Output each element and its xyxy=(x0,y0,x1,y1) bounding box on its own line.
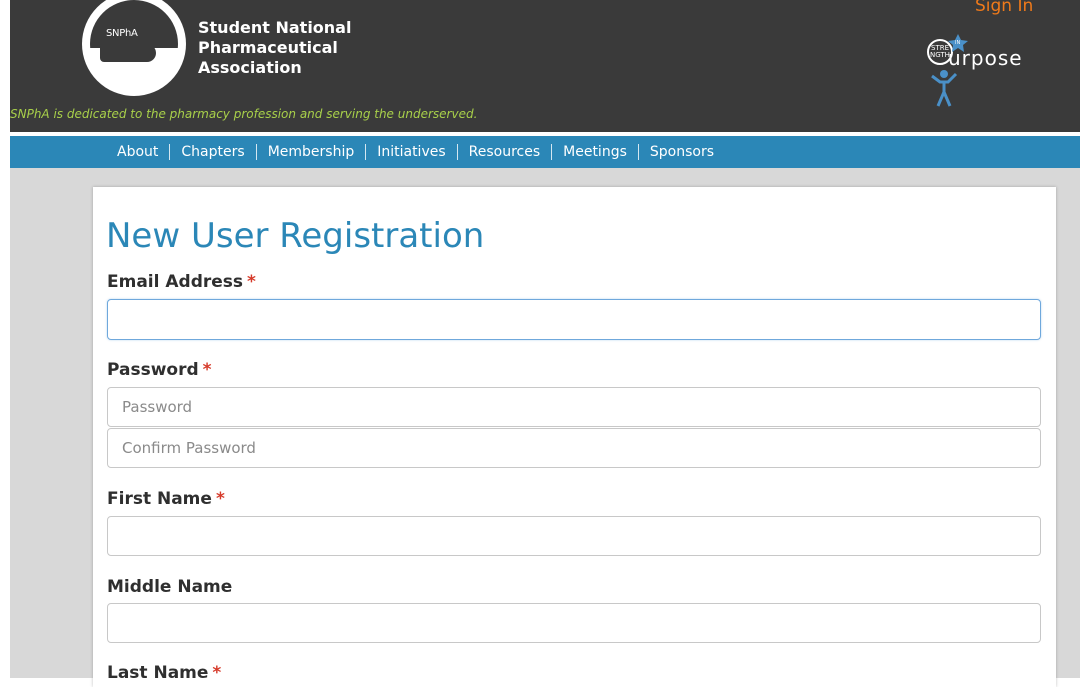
email-label: Email Address * xyxy=(107,272,256,292)
email-label-text: Email Address xyxy=(107,272,244,292)
nav-meetings[interactable]: Meetings xyxy=(552,144,638,160)
left-margin xyxy=(0,0,10,678)
nav-separator xyxy=(637,144,639,160)
purpose-logo-text: urpose xyxy=(948,46,1023,70)
org-name[interactable]: Student National Pharmaceutical Associat… xyxy=(198,18,368,78)
main-nav: About Chapters Membership Initiatives Re… xyxy=(10,136,1080,168)
logo-inner: SNPhA xyxy=(90,0,178,88)
middle-name-label: Middle Name xyxy=(107,577,232,597)
nav-initiatives[interactable]: Initiatives xyxy=(366,144,456,160)
org-name-line-3: Association xyxy=(198,58,302,77)
org-name-line-2: Pharmaceutical xyxy=(198,38,338,57)
nav-about[interactable]: About xyxy=(106,144,169,160)
org-name-line-1: Student National xyxy=(198,18,352,37)
nav-resources[interactable]: Resources xyxy=(458,144,552,160)
last-name-label-text: Last Name xyxy=(107,663,209,683)
first-name-label: First Name * xyxy=(107,489,225,509)
required-marker: * xyxy=(202,360,212,380)
confirm-password-field[interactable] xyxy=(107,428,1041,468)
first-name-label-text: First Name xyxy=(107,489,212,509)
first-name-field[interactable] xyxy=(107,516,1041,556)
nav-separator xyxy=(551,144,553,160)
nav-sponsors[interactable]: Sponsors xyxy=(639,144,725,160)
nav-separator xyxy=(255,144,257,160)
middle-name-field[interactable] xyxy=(107,603,1041,643)
middle-name-label-text: Middle Name xyxy=(107,577,233,597)
sign-in-link[interactable]: Sign In xyxy=(975,0,1033,16)
password-field[interactable] xyxy=(107,387,1041,427)
logo-text: SNPhA xyxy=(106,28,138,39)
required-marker: * xyxy=(215,489,225,509)
password-label: Password * xyxy=(107,360,212,380)
strength-in-purpose-logo: STRE NGTH IN xyxy=(927,34,968,107)
nav-chapters[interactable]: Chapters xyxy=(170,144,255,160)
email-field[interactable] xyxy=(107,299,1041,340)
nav-separator xyxy=(456,144,458,160)
logo-figure-icon xyxy=(100,44,156,62)
nav-separator xyxy=(365,144,367,160)
tagline: SNPhA is dedicated to the pharmacy profe… xyxy=(10,107,478,121)
required-marker: * xyxy=(212,663,222,683)
last-name-label: Last Name * xyxy=(107,663,221,683)
svg-text:NGTH: NGTH xyxy=(930,51,950,59)
password-label-text: Password xyxy=(107,360,199,380)
nav-membership[interactable]: Membership xyxy=(257,144,366,160)
page-title: New User Registration xyxy=(106,216,485,256)
logo-dark-band xyxy=(90,0,178,49)
required-marker: * xyxy=(247,272,256,292)
nav-separator xyxy=(169,144,171,160)
